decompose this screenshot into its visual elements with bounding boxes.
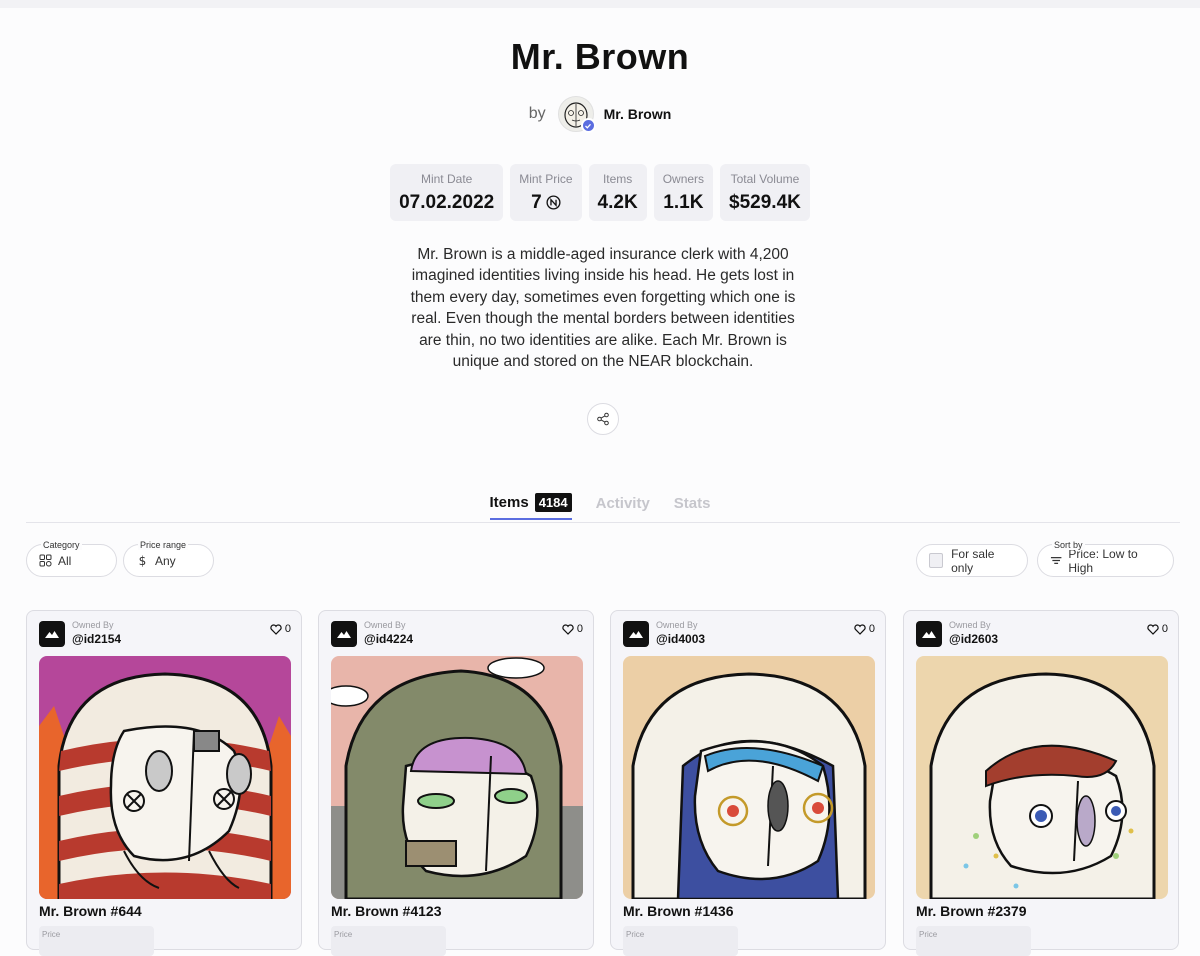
category-icon [39,554,52,567]
svg-text:$: $ [139,554,147,567]
nft-name[interactable]: Mr. Brown #644 [39,903,142,919]
price-box: Price [39,926,154,956]
sort-value: Price: Low to High [1068,546,1138,575]
collection-title: Mr. Brown [510,36,690,77]
creator-name-link[interactable]: Mr. Brown [604,106,672,122]
stat-value: 7 [531,192,561,214]
tab-label: Items [489,494,529,511]
price-box: Price [331,926,446,956]
owner-id-link[interactable]: @id2154 [72,632,121,646]
tab-items[interactable]: Items 4184 [489,493,572,520]
stat-value: 1.1K [663,191,704,213]
like-button[interactable]: 0 [854,623,875,635]
nft-image[interactable] [331,656,583,899]
mountain-logo-icon [39,621,65,647]
nft-card[interactable]: Owned By @id2154 0 Mr. Brown #644 Price [26,610,302,956]
collection-tabs: Items 4184 Activity Stats [0,493,1200,520]
creator-avatar[interactable] [557,96,596,133]
nft-card[interactable]: Owned By @id2603 0 Mr. Brown #2379 Price [903,610,1179,956]
collection-stats: Mint Date 07.02.2022 Mint Price 7 Items … [0,164,1200,221]
dollar-icon: $ [139,554,147,567]
for-sale-checkbox[interactable] [929,553,944,568]
owned-by-label: Owned By [72,620,114,630]
by-label: by [528,105,546,122]
near-icon [546,195,561,210]
nft-image[interactable] [916,656,1168,899]
price-range-legend: Price range [138,540,189,550]
stat-total-volume: Total Volume $529.4K [720,164,810,221]
nft-name[interactable]: Mr. Brown #4123 [331,903,442,919]
price-box: Price [623,926,738,956]
like-count: 0 [868,623,875,635]
heart-icon [562,623,574,635]
nft-name[interactable]: Mr. Brown #1436 [623,903,734,919]
stat-mint-price: Mint Price 7 [510,164,582,221]
nft-card[interactable]: Owned By @id4224 0 Mr. Brown #4123 Price [318,610,594,956]
nft-name[interactable]: Mr. Brown #2379 [916,903,1027,919]
stat-label: Mint Date [420,171,473,186]
price-label: Price [42,930,61,939]
category-legend: Category [41,540,82,550]
stat-label: Total Volume [730,171,800,186]
stat-items: Items 4.2K [588,164,647,221]
like-count: 0 [1161,623,1168,635]
mountain-logo-icon [623,621,649,647]
price-label: Price [334,930,353,939]
sort-dropdown[interactable]: Sort by Price: Low to High [1037,540,1174,577]
share-icon [597,412,609,426]
stat-label: Owners [662,171,705,186]
like-button[interactable]: 0 [562,623,583,635]
heart-icon [854,623,866,635]
share-button[interactable] [587,403,619,435]
for-sale-toggle[interactable]: For sale only [916,544,1028,577]
category-filter[interactable]: Category All [26,540,117,577]
heart-icon [1147,623,1159,635]
like-count: 0 [284,623,291,635]
heart-icon [270,623,282,635]
stat-label: Items [602,171,633,186]
mountain-logo-icon [331,621,357,647]
owned-by-label: Owned By [656,620,698,630]
like-count: 0 [576,623,583,635]
owner-id-link[interactable]: @id4003 [656,632,705,646]
stat-label: Mint Price [519,171,573,186]
price-box: Price [916,926,1031,956]
owner-id-link[interactable]: @id2603 [949,632,998,646]
tab-activity[interactable]: Activity [596,495,650,518]
verified-icon [580,118,596,133]
for-sale-label: For sale only [951,546,995,575]
price-range-value: Any [155,553,176,568]
sort-icon [1050,557,1062,564]
mountain-logo-icon [916,621,942,647]
category-value: All [58,553,72,568]
stat-mint-date: Mint Date 07.02.2022 [390,164,504,221]
nft-card[interactable]: Owned By @id4003 0 Mr. Brown #1436 Price [610,610,886,956]
stat-value: $529.4K [729,191,801,213]
nft-image[interactable] [39,656,291,899]
price-label: Price [919,930,938,939]
collection-description: Mr. Brown is a middle-aged insurance cle… [410,246,796,371]
like-button[interactable]: 0 [1147,623,1168,635]
creator-byline: by Mr. Brown [0,94,1200,134]
sort-legend: Sort by [1052,540,1085,550]
stat-value: 07.02.2022 [399,191,495,213]
stat-owners: Owners 1.1K [653,164,714,221]
stat-value: 4.2K [597,191,638,213]
owner-id-link[interactable]: @id4224 [364,632,413,646]
owned-by-label: Owned By [364,620,406,630]
tab-stats[interactable]: Stats [674,495,711,518]
tabs-divider [26,522,1180,523]
top-bar [0,0,1200,8]
mint-price-value: 7 [531,191,542,213]
owned-by-label: Owned By [949,620,991,630]
price-label: Price [626,930,645,939]
items-count-badge: 4184 [534,493,572,512]
price-range-filter[interactable]: Price range $ Any [123,540,214,577]
like-button[interactable]: 0 [270,623,291,635]
nft-image[interactable] [623,656,875,899]
